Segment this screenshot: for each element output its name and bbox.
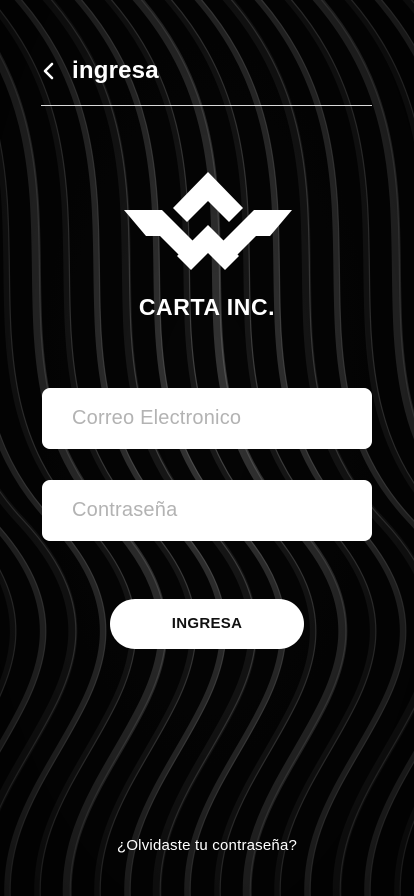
- chevron-left-icon[interactable]: [41, 60, 61, 82]
- header-bar: ingresa: [41, 52, 372, 106]
- page-title: ingresa: [72, 57, 159, 84]
- brand-name: CARTA INC.: [138, 294, 276, 320]
- brand-logo-icon: [124, 172, 292, 270]
- login-button[interactable]: INGRESA: [110, 599, 304, 649]
- password-field[interactable]: [42, 480, 372, 541]
- email-field[interactable]: [42, 388, 372, 449]
- forgot-password-link[interactable]: ¿Olvidaste tu contraseña?: [0, 836, 414, 856]
